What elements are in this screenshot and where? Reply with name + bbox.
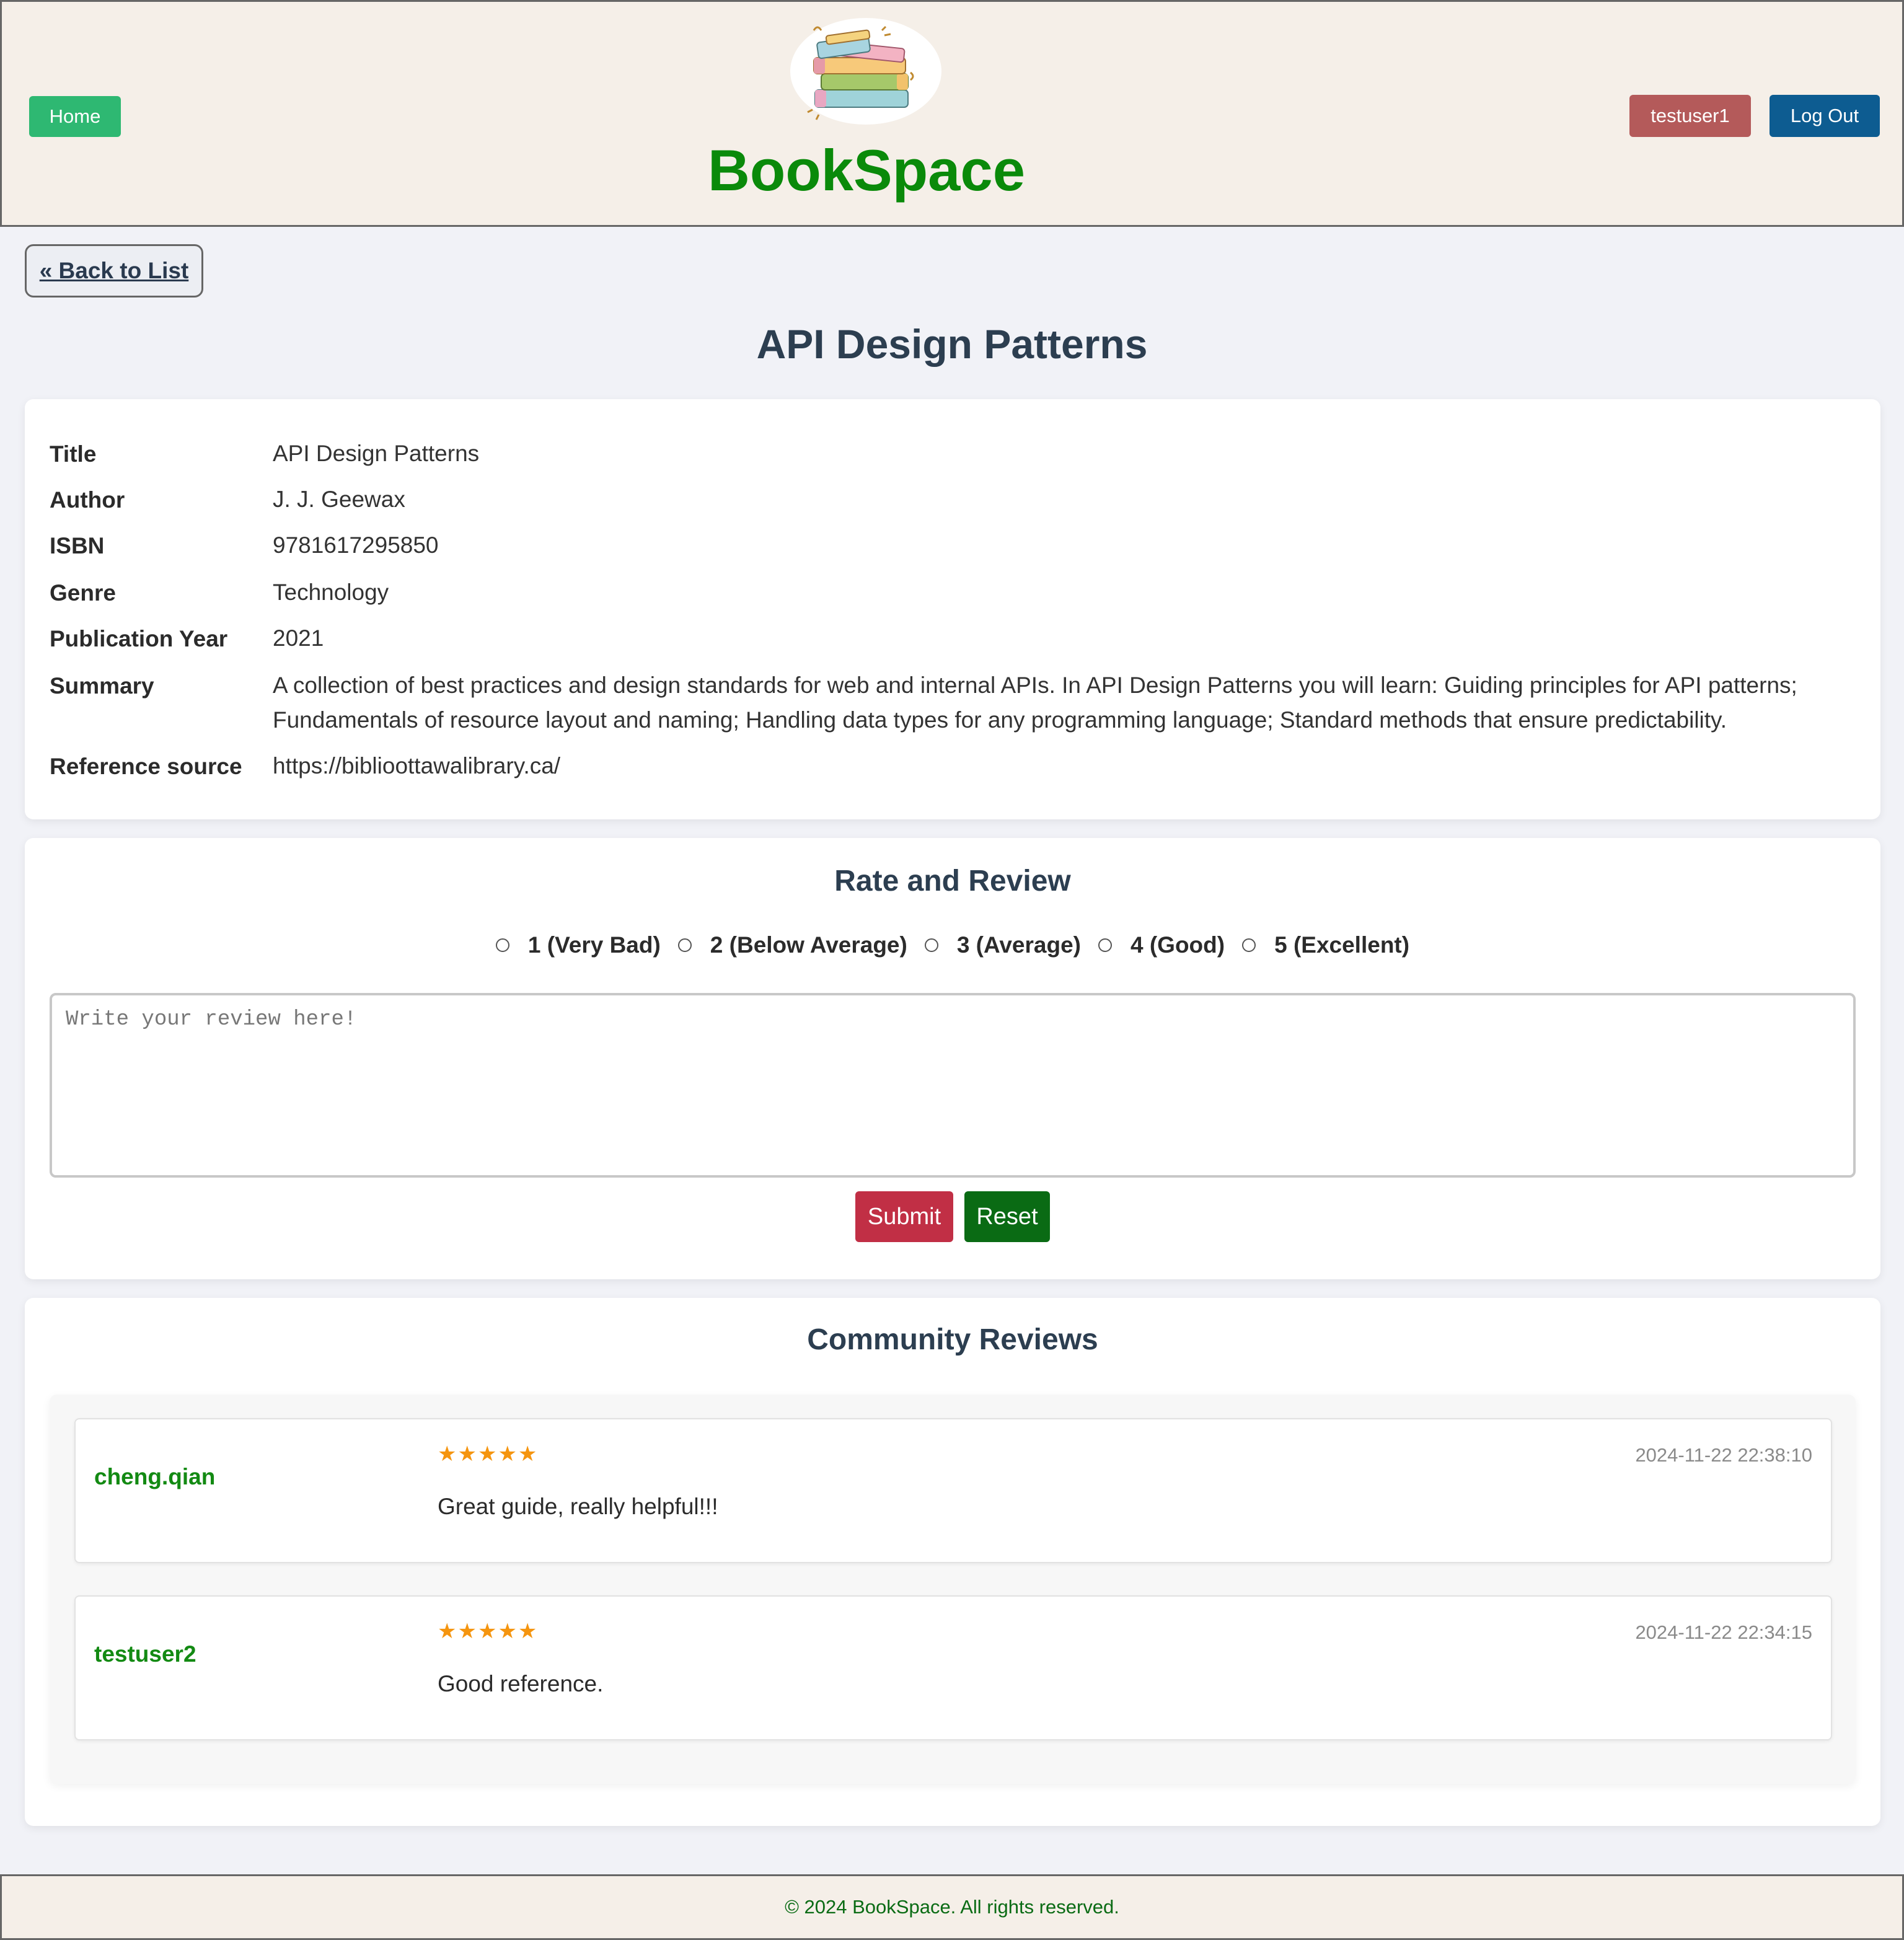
detail-label: Author	[50, 487, 125, 513]
rating-option-4[interactable]: 4 (Good)	[1098, 932, 1225, 958]
detail-value: API Design Patterns	[273, 441, 480, 466]
back-to-list-link[interactable]: « Back to List	[25, 244, 203, 298]
detail-label: Title	[50, 441, 97, 467]
community-reviews-heading: Community Reviews	[807, 1323, 1098, 1356]
stack-of-books-icon	[790, 18, 941, 125]
reviews-list: cheng.qian ★★★★★ 2024-11-22 22:38:10 Gre…	[50, 1395, 1856, 1784]
footer-copyright: © 2024 BookSpace. All rights reserved.	[785, 1896, 1119, 1918]
site-header: Home BookSpace testuser1 Log Out	[0, 0, 1904, 227]
logout-button[interactable]: Log Out	[1770, 95, 1880, 137]
review-text: Good reference.	[438, 1671, 604, 1696]
review-username: cheng.qian	[94, 1464, 216, 1489]
rating-option-1[interactable]: 1 (Very Bad)	[495, 932, 661, 958]
review-item: cheng.qian ★★★★★ 2024-11-22 22:38:10 Gre…	[74, 1418, 1832, 1563]
rating-label: 5 (Excellent)	[1274, 932, 1410, 958]
star-rating-icon: ★★★★★	[438, 1620, 539, 1643]
radio-button[interactable]	[1242, 938, 1256, 952]
detail-value: 9781617295850	[273, 532, 439, 558]
star-rating-icon: ★★★★★	[438, 1442, 539, 1466]
submit-button[interactable]: Submit	[855, 1191, 953, 1242]
review-textarea[interactable]	[50, 993, 1856, 1178]
detail-value: Technology	[273, 580, 389, 605]
detail-value: https://biblioottawalibrary.ca/	[273, 753, 561, 778]
detail-value: 2021	[273, 625, 324, 651]
detail-label: Summary	[50, 673, 154, 699]
detail-label: Genre	[50, 580, 116, 606]
rating-option-2[interactable]: 2 (Below Average)	[677, 932, 907, 958]
rating-label: 3 (Average)	[956, 932, 1081, 958]
review-item: testuser2 ★★★★★ 2024-11-22 22:34:15 Good…	[74, 1595, 1832, 1740]
rating-label: 4 (Good)	[1130, 932, 1225, 958]
rating-option-3[interactable]: 3 (Average)	[924, 932, 1081, 958]
radio-button[interactable]	[495, 938, 509, 952]
rating-options: 1 (Very Bad) 2 (Below Average) 3 (Averag…	[25, 932, 1880, 958]
user-profile-button[interactable]: testuser1	[1629, 95, 1751, 137]
home-button[interactable]: Home	[29, 96, 121, 137]
rate-review-heading: Rate and Review	[834, 865, 1071, 897]
review-text: Great guide, really helpful!!!	[438, 1494, 718, 1519]
review-date: 2024-11-22 22:38:10	[1635, 1444, 1812, 1466]
detail-value: A collection of best practices and desig…	[273, 672, 1797, 733]
detail-label: Publication Year	[50, 626, 228, 651]
site-footer: © 2024 BookSpace. All rights reserved.	[0, 1874, 1904, 1940]
rate-review-card: Rate and Review 1 (Very Bad) 2 (Below Av…	[25, 838, 1880, 1279]
detail-label: Reference source	[50, 754, 242, 779]
review-date: 2024-11-22 22:34:15	[1635, 1621, 1812, 1643]
rating-label: 2 (Below Average)	[710, 932, 907, 958]
review-username: testuser2	[94, 1641, 196, 1667]
radio-button[interactable]	[1098, 938, 1112, 952]
detail-value: J. J. Geewax	[273, 487, 405, 512]
rating-option-5[interactable]: 5 (Excellent)	[1242, 932, 1409, 958]
community-reviews-card: Community Reviews cheng.qian ★★★★★ 2024-…	[25, 1298, 1880, 1826]
page-title: API Design Patterns	[756, 321, 1148, 367]
radio-button[interactable]	[677, 938, 692, 952]
reset-button[interactable]: Reset	[964, 1191, 1050, 1242]
radio-button[interactable]	[924, 938, 938, 952]
detail-label: ISBN	[50, 533, 105, 558]
book-details-card: Title API Design Patterns Author J. J. G…	[25, 399, 1880, 819]
brand-title: BookSpace	[708, 138, 1025, 203]
rating-label: 1 (Very Bad)	[527, 932, 661, 958]
